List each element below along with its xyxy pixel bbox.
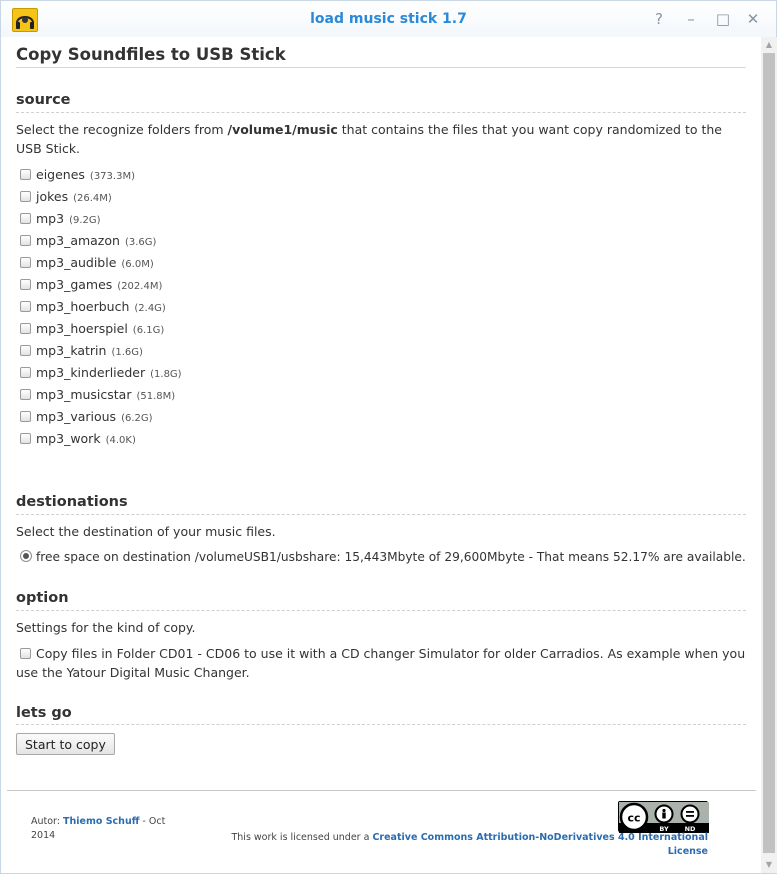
folder-name: jokes: [36, 189, 69, 204]
folder-name: mp3_various: [36, 409, 117, 424]
start-copy-button[interactable]: Start to copy: [16, 733, 115, 755]
folder-item[interactable]: mp3_work (4.0K): [20, 431, 136, 447]
folder-size: (4.0K): [105, 435, 136, 446]
folder-size: (9.2G): [69, 215, 101, 226]
source-divider: [16, 112, 746, 113]
letsgo-heading: lets go: [16, 705, 72, 721]
folder-size: (51.8M): [136, 391, 176, 402]
folder-name: mp3_musicstar: [36, 387, 132, 402]
source-description: Select the recognize folders from /volum…: [16, 120, 746, 158]
folder-checkbox[interactable]: [20, 191, 31, 202]
folder-name: mp3_kinderlieder: [36, 365, 146, 380]
minimize-icon[interactable]: –: [682, 10, 700, 28]
title-bar[interactable]: load music stick 1.7 ? – □ ✕: [1, 1, 776, 37]
folder-checkbox[interactable]: [20, 389, 31, 400]
folder-name: mp3: [36, 211, 65, 226]
folder-item[interactable]: mp3_hoerspiel (6.1G): [20, 321, 164, 337]
destinations-divider: [16, 514, 746, 515]
folder-name: eigenes: [36, 167, 85, 182]
content-area: Copy Soundfiles to USB Stick source Sele…: [1, 37, 761, 875]
folder-item[interactable]: mp3_various (6.2G): [20, 409, 153, 425]
folder-size: (373.3M): [89, 171, 135, 182]
destinations-heading: destionations: [16, 494, 128, 510]
folder-name: mp3_hoerspiel: [36, 321, 128, 336]
folder-checkbox[interactable]: [20, 433, 31, 444]
folder-item[interactable]: jokes (26.4M): [20, 189, 112, 205]
folder-size: (1.8G): [150, 369, 182, 380]
folder-item[interactable]: mp3_hoerbuch (2.4G): [20, 299, 166, 315]
cd-changer-option[interactable]: Copy files in Folder CD01 - CD06 to use …: [16, 644, 746, 682]
folder-item[interactable]: mp3 (9.2G): [20, 211, 101, 227]
scroll-thumb[interactable]: [763, 53, 775, 853]
folder-size: (2.4G): [134, 303, 166, 314]
folder-checkbox[interactable]: [20, 235, 31, 246]
license-link[interactable]: Creative Commons Attribution-NoDerivativ…: [372, 832, 708, 857]
folder-size: (202.4M): [117, 281, 163, 292]
folder-item[interactable]: mp3_audible (6.0M): [20, 255, 154, 271]
folder-checkbox[interactable]: [20, 323, 31, 334]
folder-checkbox[interactable]: [20, 301, 31, 312]
help-icon[interactable]: ?: [650, 10, 668, 28]
folder-item[interactable]: mp3_games (202.4M): [20, 277, 162, 293]
source-heading: source: [16, 92, 71, 108]
folder-checkbox[interactable]: [20, 345, 31, 356]
folder-size: (6.1G): [132, 325, 165, 336]
scroll-up-icon[interactable]: ▲: [761, 37, 777, 53]
cd-changer-checkbox[interactable]: [20, 648, 31, 659]
destinations-description: Select the destination of your music fil…: [16, 524, 276, 539]
folder-size: (1.6G): [111, 347, 143, 358]
close-icon[interactable]: ✕: [744, 10, 762, 28]
option-heading: option: [16, 590, 69, 606]
folder-item[interactable]: eigenes (373.3M): [20, 167, 135, 183]
scroll-down-icon[interactable]: ▼: [761, 857, 777, 873]
page-title: Copy Soundfiles to USB Stick: [16, 45, 286, 64]
folder-size: (6.2G): [121, 413, 153, 424]
source-description-start: Select the recognize folders from: [16, 122, 228, 137]
vertical-scrollbar[interactable]: ▲ ▼: [761, 37, 777, 873]
folder-item[interactable]: mp3_katrin (1.6G): [20, 343, 143, 359]
folder-name: mp3_amazon: [36, 233, 120, 248]
folder-name: mp3_work: [36, 431, 101, 446]
folder-name: mp3_katrin: [36, 343, 107, 358]
folder-checkbox[interactable]: [20, 257, 31, 268]
folder-checkbox[interactable]: [20, 367, 31, 378]
folder-item[interactable]: mp3_kinderlieder (1.8G): [20, 365, 182, 381]
folder-name: mp3_hoerbuch: [36, 299, 130, 314]
source-path: /volume1/music: [227, 122, 338, 137]
folder-checkbox[interactable]: [20, 411, 31, 422]
folder-checkbox[interactable]: [20, 213, 31, 224]
cc-license-badge[interactable]: cc BY ND: [618, 801, 709, 833]
author-prefix: Autor:: [31, 816, 64, 827]
maximize-icon[interactable]: □: [714, 10, 732, 28]
option-description: Settings for the kind of copy.: [16, 620, 196, 635]
folder-size: (6.0M): [121, 259, 154, 270]
destination-option[interactable]: free space on destination /volumeUSB1/us…: [20, 548, 750, 567]
author-info: Autor: Thiemo Schuff - Oct 2014: [31, 815, 181, 843]
folder-name: mp3_games: [36, 277, 113, 292]
letsgo-divider: [16, 724, 746, 725]
destination-radio[interactable]: [20, 550, 32, 562]
destination-label: free space on destination /volumeUSB1/us…: [36, 550, 746, 564]
license-prefix: This work is licensed under a: [231, 832, 373, 843]
app-window: load music stick 1.7 ? – □ ✕ Copy Soundf…: [0, 0, 777, 874]
author-link[interactable]: Thiemo Schuff: [63, 816, 139, 827]
svg-text:cc: cc: [627, 812, 640, 825]
folder-name: mp3_audible: [36, 255, 117, 270]
folder-item[interactable]: mp3_musicstar (51.8M): [20, 387, 175, 403]
title-divider: [16, 67, 746, 68]
folder-item[interactable]: mp3_amazon (3.6G): [20, 233, 156, 249]
folder-checkbox[interactable]: [20, 279, 31, 290]
license-text: This work is licensed under a Creative C…: [201, 831, 708, 859]
folder-checkbox[interactable]: [20, 169, 31, 180]
cd-changer-label: Copy files in Folder CD01 - CD06 to use …: [16, 646, 746, 680]
folder-size: (26.4M): [73, 193, 112, 204]
folder-size: (3.6G): [124, 237, 157, 248]
option-divider: [16, 610, 746, 611]
footer-divider: [7, 790, 756, 791]
